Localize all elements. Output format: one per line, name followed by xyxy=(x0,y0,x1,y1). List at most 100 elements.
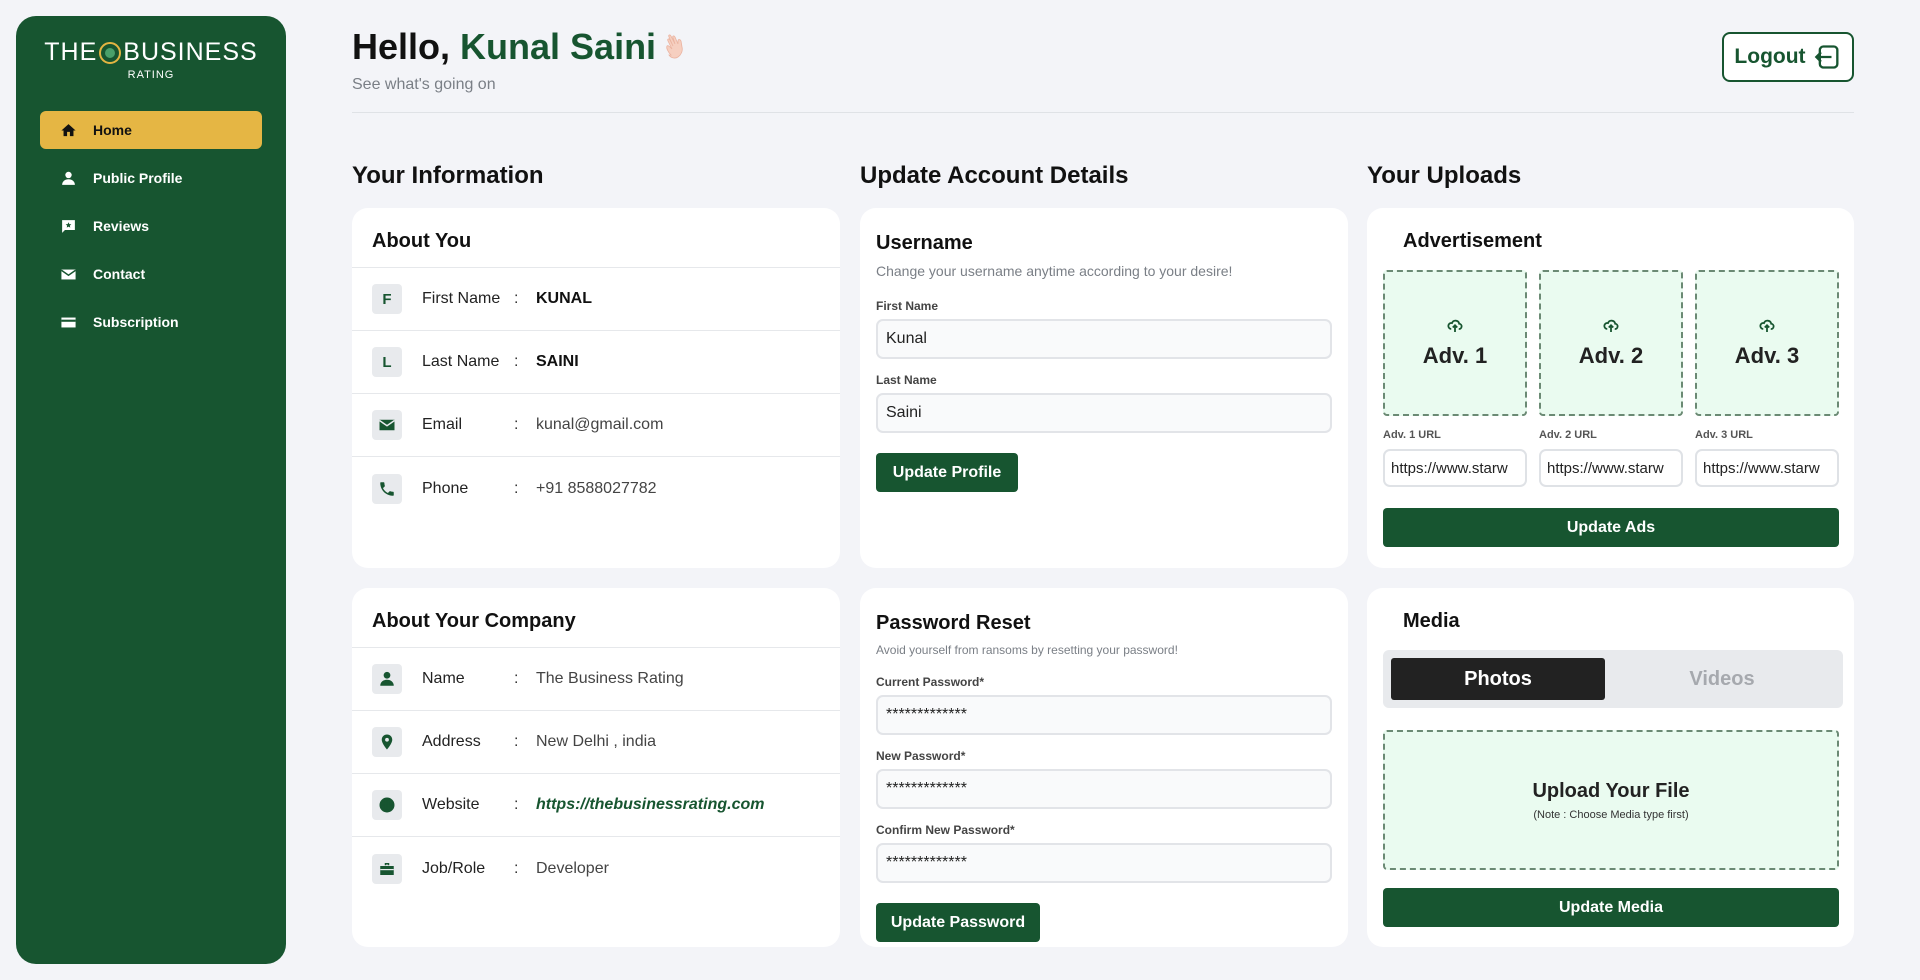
sidebar-item-public-profile[interactable]: Public Profile xyxy=(40,159,262,197)
brand-sub: RATING xyxy=(127,69,175,81)
sidebar-item-label: Reviews xyxy=(93,218,150,234)
list-item: Job/Role : Developer xyxy=(352,837,840,900)
row-value: Developer xyxy=(536,859,609,877)
sidebar-item-label: Public Profile xyxy=(93,170,183,186)
globe-icon xyxy=(99,41,122,64)
first-name-badge: F xyxy=(372,284,402,314)
update-password-button[interactable]: Update Password xyxy=(876,903,1040,942)
current-password-input[interactable]: ************* xyxy=(876,695,1332,735)
sidebar-item-label: Subscription xyxy=(93,314,179,330)
row-separator: : xyxy=(514,479,519,497)
adv-2-url-label: Adv. 2 URL xyxy=(1539,429,1597,441)
row-separator: : xyxy=(514,796,519,813)
section-title-info: Your Information xyxy=(352,162,544,189)
last-name-input[interactable]: Saini xyxy=(876,393,1332,433)
tab-videos[interactable]: Videos xyxy=(1615,658,1829,700)
globe-icon xyxy=(379,797,395,813)
list-item: Address : New Delhi , india xyxy=(352,711,840,774)
tab-photos[interactable]: Photos xyxy=(1391,658,1605,700)
row-label: Job/Role xyxy=(422,859,486,877)
list-item: Phone : +91 8588027782 xyxy=(352,457,840,520)
mail-icon xyxy=(61,269,76,279)
adv-2-url-input[interactable]: https://www.starw xyxy=(1539,449,1683,487)
header-divider xyxy=(352,112,1854,113)
update-ads-button[interactable]: Update Ads xyxy=(1383,508,1839,547)
mail-icon xyxy=(379,419,395,431)
row-label: First Name xyxy=(422,290,501,307)
row-value: SAINI xyxy=(536,353,579,370)
sidebar-nav: Home Public Profile Reviews Contact Subs… xyxy=(16,111,286,341)
card-title: Password Reset xyxy=(876,612,1031,634)
brand-name-right: BUSINESS xyxy=(123,38,258,66)
upload-title: Upload Your File xyxy=(1532,779,1690,802)
row-value: +91 8588027782 xyxy=(536,479,657,497)
section-title-update: Update Account Details xyxy=(860,162,1129,189)
sidebar-item-label: Home xyxy=(93,122,132,138)
brand-name-left: THE xyxy=(44,38,98,66)
media-card: Media Photos Videos Upload Your File (No… xyxy=(1367,588,1854,947)
adv-1-label: Adv. 1 xyxy=(1422,343,1488,368)
last-name-badge: L xyxy=(372,347,402,377)
logout-label: Logout xyxy=(1734,45,1806,68)
adv-1-url-label: Adv. 1 URL xyxy=(1383,429,1441,441)
confirm-password-input[interactable]: ************* xyxy=(876,843,1332,883)
new-password-label: New Password* xyxy=(876,749,966,763)
card-description: Change your username anytime according t… xyxy=(876,263,1233,279)
briefcase-icon xyxy=(380,862,394,875)
adv-3-url-label: Adv. 3 URL xyxy=(1695,429,1753,441)
person-icon xyxy=(62,171,75,185)
list-item: Website : https://thebusinessrating.com xyxy=(352,774,840,837)
adv-3-url-input[interactable]: https://www.starw xyxy=(1695,449,1839,487)
logout-button[interactable]: Logout xyxy=(1722,32,1854,82)
card-title: About You xyxy=(372,230,472,252)
list-item: L Last Name : SAINI xyxy=(352,331,840,394)
person-icon xyxy=(380,671,394,686)
row-value: New Delhi , india xyxy=(536,733,657,750)
row-separator: : xyxy=(514,353,519,370)
list-item: Email : kunal@gmail.com xyxy=(352,394,840,457)
adv-1-dropzone[interactable]: Adv. 1 xyxy=(1383,270,1527,416)
update-profile-button[interactable]: Update Profile xyxy=(876,453,1018,492)
adv-3-dropzone[interactable]: Adv. 3 xyxy=(1695,270,1839,416)
sidebar-item-contact[interactable]: Contact xyxy=(40,255,262,293)
row-label: Address xyxy=(422,733,481,750)
row-separator: : xyxy=(514,290,519,307)
row-value: The Business Rating xyxy=(536,670,684,687)
last-name-label: Last Name xyxy=(876,373,937,387)
review-icon xyxy=(62,219,75,233)
website-link[interactable]: https://thebusinessrating.com xyxy=(536,796,764,814)
row-label: Phone xyxy=(422,479,469,497)
home-icon xyxy=(61,123,76,136)
card-description: Avoid yourself from ransoms by resetting… xyxy=(876,643,1178,657)
media-dropzone[interactable]: Upload Your File (Note : Choose Media ty… xyxy=(1383,730,1839,870)
first-name-input[interactable]: Kunal xyxy=(876,319,1332,359)
update-media-button[interactable]: Update Media xyxy=(1383,888,1839,927)
card-title: Username xyxy=(876,232,973,254)
brand-logo[interactable]: THE BUSINESS RATING xyxy=(16,38,286,81)
sidebar-item-label: Contact xyxy=(93,266,146,282)
sidebar-item-home[interactable]: Home xyxy=(40,111,262,149)
adv-3-label: Adv. 3 xyxy=(1734,343,1800,368)
adv-2-dropzone[interactable]: Adv. 2 xyxy=(1539,270,1683,416)
first-name-label: First Name xyxy=(876,299,939,313)
about-you-list: F First Name : KUNAL L Last Name : SAINI… xyxy=(352,267,840,520)
upload-cloud-icon xyxy=(1759,319,1775,332)
row-label: Last Name xyxy=(422,353,500,370)
row-label: Email xyxy=(422,416,463,433)
list-item: Name : The Business Rating xyxy=(352,648,840,711)
sidebar-item-reviews[interactable]: Reviews xyxy=(40,207,262,245)
sidebar-item-subscription[interactable]: Subscription xyxy=(40,303,262,341)
row-label: Name xyxy=(422,670,465,687)
row-value: KUNAL xyxy=(536,290,592,307)
logout-icon xyxy=(1814,45,1839,69)
advertisement-card: Advertisement Adv. 1 Adv. 2 Adv. 3 Adv. … xyxy=(1367,208,1854,568)
card-title: Media xyxy=(1403,610,1460,632)
company-list: Name : The Business Rating Address : New… xyxy=(352,647,840,900)
adv-1-url-input[interactable]: https://www.starw xyxy=(1383,449,1527,487)
new-password-input[interactable]: ************* xyxy=(876,769,1332,809)
username-card: Username Change your username anytime ac… xyxy=(860,208,1348,568)
row-separator: : xyxy=(514,859,519,877)
media-tabs: Photos Videos xyxy=(1383,650,1843,708)
page-title: Hello, Kunal Saini xyxy=(352,26,694,68)
card-title: About Your Company xyxy=(372,610,576,632)
